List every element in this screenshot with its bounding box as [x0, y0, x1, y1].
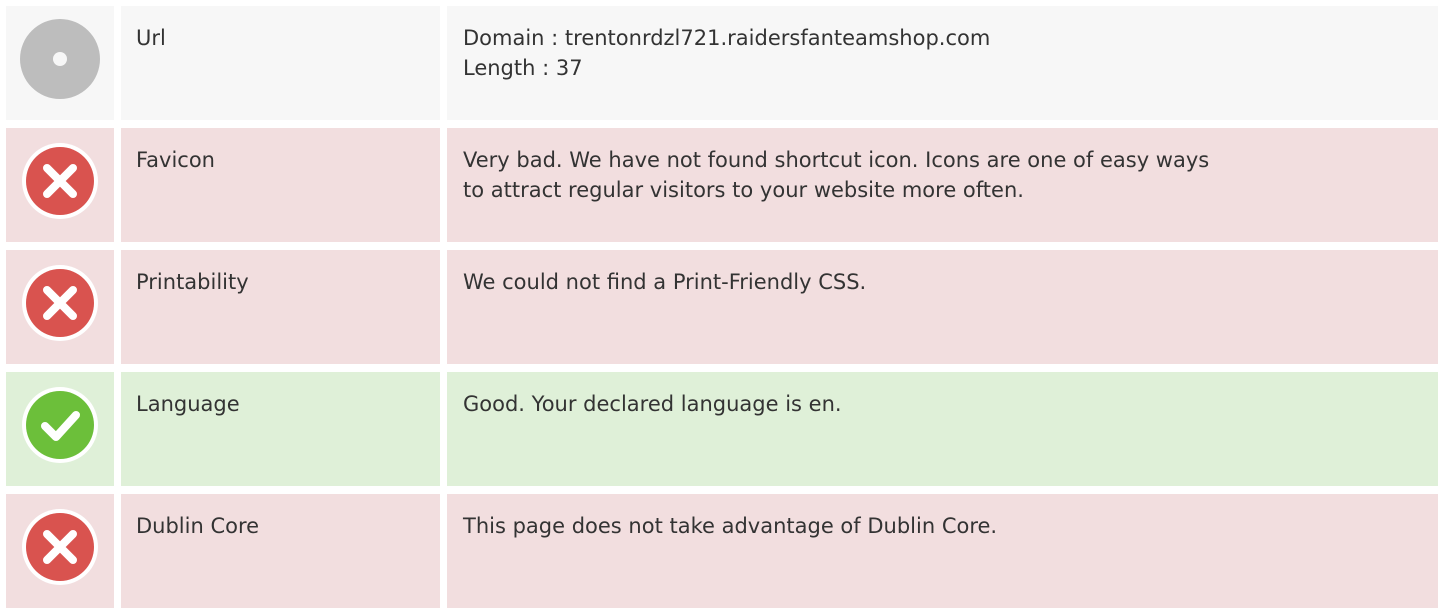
status-cell [6, 494, 114, 608]
error-x-icon [19, 262, 101, 344]
row-value-line: We could not find a Print-Friendly CSS. [463, 270, 867, 294]
report-row-favicon: Favicon Very bad. We have not found shor… [6, 128, 1438, 242]
status-cell [6, 372, 114, 486]
row-label: Favicon [121, 128, 440, 242]
report-row-printability: Printability We could not find a Print-F… [6, 250, 1438, 364]
error-x-icon [19, 506, 101, 588]
row-value: This page does not take advantage of Dub… [447, 494, 1438, 608]
row-value-line: Domain : trentonrdzl721.raidersfanteamsh… [463, 26, 991, 50]
row-value: We could not find a Print-Friendly CSS. [447, 250, 1438, 364]
check-icon [19, 384, 101, 466]
row-value-line: Good. Your declared language is en. [463, 392, 842, 416]
status-cell [6, 6, 114, 120]
row-value: Very bad. We have not found shortcut ico… [447, 128, 1438, 242]
error-x-icon [19, 140, 101, 222]
seo-report-table: Url Domain : trentonrdzl721.raidersfante… [6, 6, 1438, 608]
report-row-url: Url Domain : trentonrdzl721.raidersfante… [6, 6, 1438, 120]
report-row-dublin-core: Dublin Core This page does not take adva… [6, 494, 1438, 608]
row-label: Language [121, 372, 440, 486]
neutral-dot-icon [19, 18, 101, 100]
row-label: Url [121, 6, 440, 120]
row-value: Good. Your declared language is en. [447, 372, 1438, 486]
row-value-line: to attract regular visitors to your webs… [463, 178, 1024, 202]
status-cell [6, 128, 114, 242]
status-cell [6, 250, 114, 364]
row-value-line: This page does not take advantage of Dub… [463, 514, 998, 538]
report-row-language: Language Good. Your declared language is… [6, 372, 1438, 486]
row-value: Domain : trentonrdzl721.raidersfanteamsh… [447, 6, 1438, 120]
row-label: Printability [121, 250, 440, 364]
row-value-line: Very bad. We have not found shortcut ico… [463, 148, 1210, 172]
row-value-line: Length : 37 [463, 56, 583, 80]
row-label: Dublin Core [121, 494, 440, 608]
